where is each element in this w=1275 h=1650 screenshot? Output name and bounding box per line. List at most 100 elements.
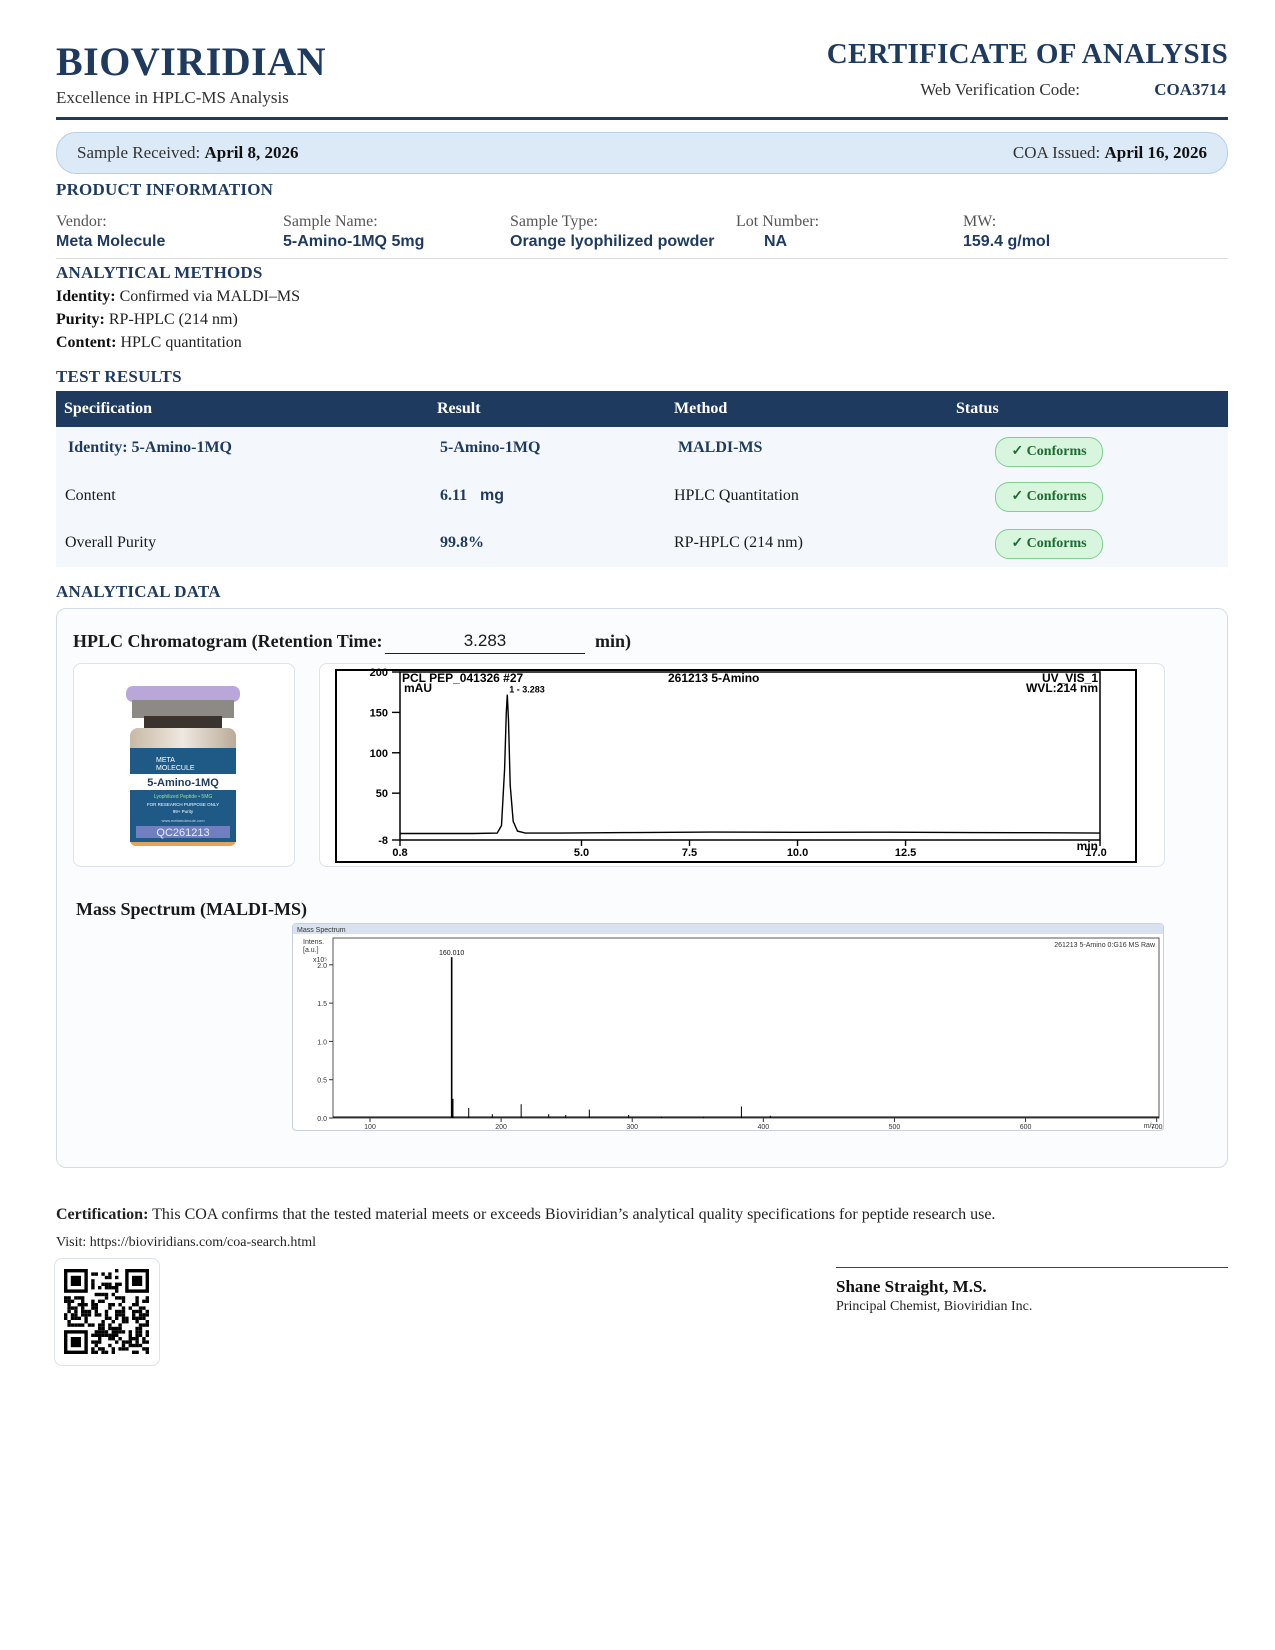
qr-module [77, 1296, 81, 1300]
qr-module [104, 1275, 109, 1280]
qr-module [145, 1309, 149, 1314]
qr-module [121, 1306, 126, 1310]
table-row: Overall Purity 99.8% RP-HPLC (214 nm) ✓ … [56, 520, 1228, 567]
qr-module [125, 1316, 129, 1320]
qr-module [81, 1323, 85, 1327]
qr-module [115, 1286, 119, 1290]
qr-module [128, 1330, 132, 1334]
qr-module [94, 1333, 98, 1337]
qr-module [64, 1313, 68, 1317]
vial-note: FOR RESEARCH PURPOSE ONLY [147, 802, 219, 807]
ms-x-tick-label: 600 [1020, 1124, 1032, 1130]
qr-module [118, 1296, 122, 1300]
qr-module [77, 1303, 81, 1307]
qr-module [108, 1337, 112, 1341]
ms-x-tick-label: 200 [495, 1124, 507, 1130]
qr-module [138, 1313, 143, 1317]
qr-module [91, 1306, 95, 1310]
cell-method: RP-HPLC (214 nm) [674, 534, 803, 551]
qr-module [98, 1299, 102, 1303]
qr-module [111, 1330, 115, 1334]
qr-code[interactable] [54, 1258, 160, 1366]
qr-module [135, 1333, 139, 1337]
qr-module [135, 1330, 139, 1334]
qr-module [128, 1306, 132, 1310]
qr-module [64, 1296, 68, 1300]
qr-module [98, 1330, 102, 1334]
field-value: 5-Amino-1MQ 5mg [283, 233, 425, 250]
ms-window-title: Mass Spectrum [297, 927, 346, 934]
method-label: Identity: [56, 288, 116, 305]
qr-module [111, 1350, 115, 1354]
method-value: RP-HPLC (214 nm) [108, 311, 238, 328]
chrom-x-tick-label: 10.0 [787, 847, 808, 859]
qr-module [108, 1272, 112, 1276]
qr-module [111, 1347, 115, 1351]
qr-module [118, 1337, 122, 1341]
qr-module [108, 1282, 112, 1286]
qr-module [115, 1309, 119, 1314]
qr-module [125, 1320, 129, 1324]
qr-module [118, 1347, 122, 1351]
qr-module [135, 1320, 139, 1324]
qr-module [94, 1272, 98, 1276]
qr-module [74, 1306, 78, 1310]
field-value: Orange lyophilized powder [510, 233, 715, 250]
ms-x-tick-label: 300 [626, 1124, 638, 1130]
ms-y-tick-label: 0.0 [317, 1116, 327, 1123]
vial-sub: Lyophilized Peptide • 5MG [154, 794, 213, 800]
header-divider [56, 117, 1228, 120]
qr-module [125, 1340, 129, 1344]
qr-module [98, 1286, 102, 1290]
qr-module [94, 1313, 98, 1317]
qr-module [94, 1292, 98, 1297]
qr-module [115, 1269, 119, 1273]
ms-x-tick-label: 500 [889, 1124, 901, 1130]
qr-module [138, 1326, 143, 1331]
qr-module [101, 1350, 105, 1354]
qr-module [94, 1303, 98, 1307]
qr-module [104, 1330, 109, 1334]
method-content: Content: HPLC quantitation [56, 334, 242, 352]
qr-module [87, 1309, 92, 1314]
qr-module [94, 1309, 98, 1314]
qr-module [81, 1299, 85, 1303]
qr-module [135, 1350, 139, 1354]
qr-module [118, 1313, 122, 1317]
field-label: Sample Name: [283, 213, 378, 230]
qr-module [111, 1303, 115, 1307]
vial-url: www.metamolecule.com [161, 818, 205, 823]
chromatogram-chart: PCL PEP_041326 #27 261213 5-Amino UV_VIS… [335, 667, 1137, 863]
qr-module [84, 1309, 88, 1314]
qr-module [115, 1296, 119, 1300]
vial-purity: 99+ Purity [173, 809, 194, 814]
verification-code: COA3714 [1154, 80, 1226, 99]
qr-module [121, 1340, 126, 1344]
chrom-y-tick-label: 100 [370, 748, 388, 760]
analytical-methods-title: ANALYTICAL METHODS [56, 263, 263, 282]
retention-time-value: 3.283 [385, 629, 585, 654]
col-method: Method [674, 400, 728, 417]
ms-window-bar [293, 924, 1163, 934]
qr-module [108, 1343, 112, 1348]
ms-ylabel: Intens. [a.u.] [303, 939, 326, 954]
mw-field: MW: 159.4 g/mol [963, 213, 1050, 251]
qr-module [91, 1333, 95, 1337]
qr-module [70, 1313, 75, 1317]
qr-module [111, 1292, 115, 1297]
qr-module [128, 1337, 132, 1341]
sample-name-field: Sample Name: 5-Amino-1MQ 5mg [283, 213, 424, 251]
retention-time-unit: min) [595, 631, 631, 651]
qr-module [115, 1282, 119, 1286]
chrom-y-tick-label: 200 [370, 667, 388, 679]
qr-module [108, 1333, 112, 1337]
mass-spectrum: Mass Spectrum 261213 5-Amino 0:G16 MS Ra… [292, 923, 1164, 1131]
vial-product-name: 5-Amino-1MQ [147, 777, 219, 789]
qr-module [101, 1272, 105, 1276]
qr-module [118, 1303, 122, 1307]
cell-result: 99.8% [440, 534, 484, 551]
coa-issued: COA Issued: April 16, 2026 [1013, 143, 1207, 163]
qr-module [98, 1333, 102, 1337]
verification-url[interactable]: Visit: https://bioviridians.com/coa-sear… [56, 1235, 316, 1251]
chrom-y-tick-label: 150 [370, 707, 388, 719]
